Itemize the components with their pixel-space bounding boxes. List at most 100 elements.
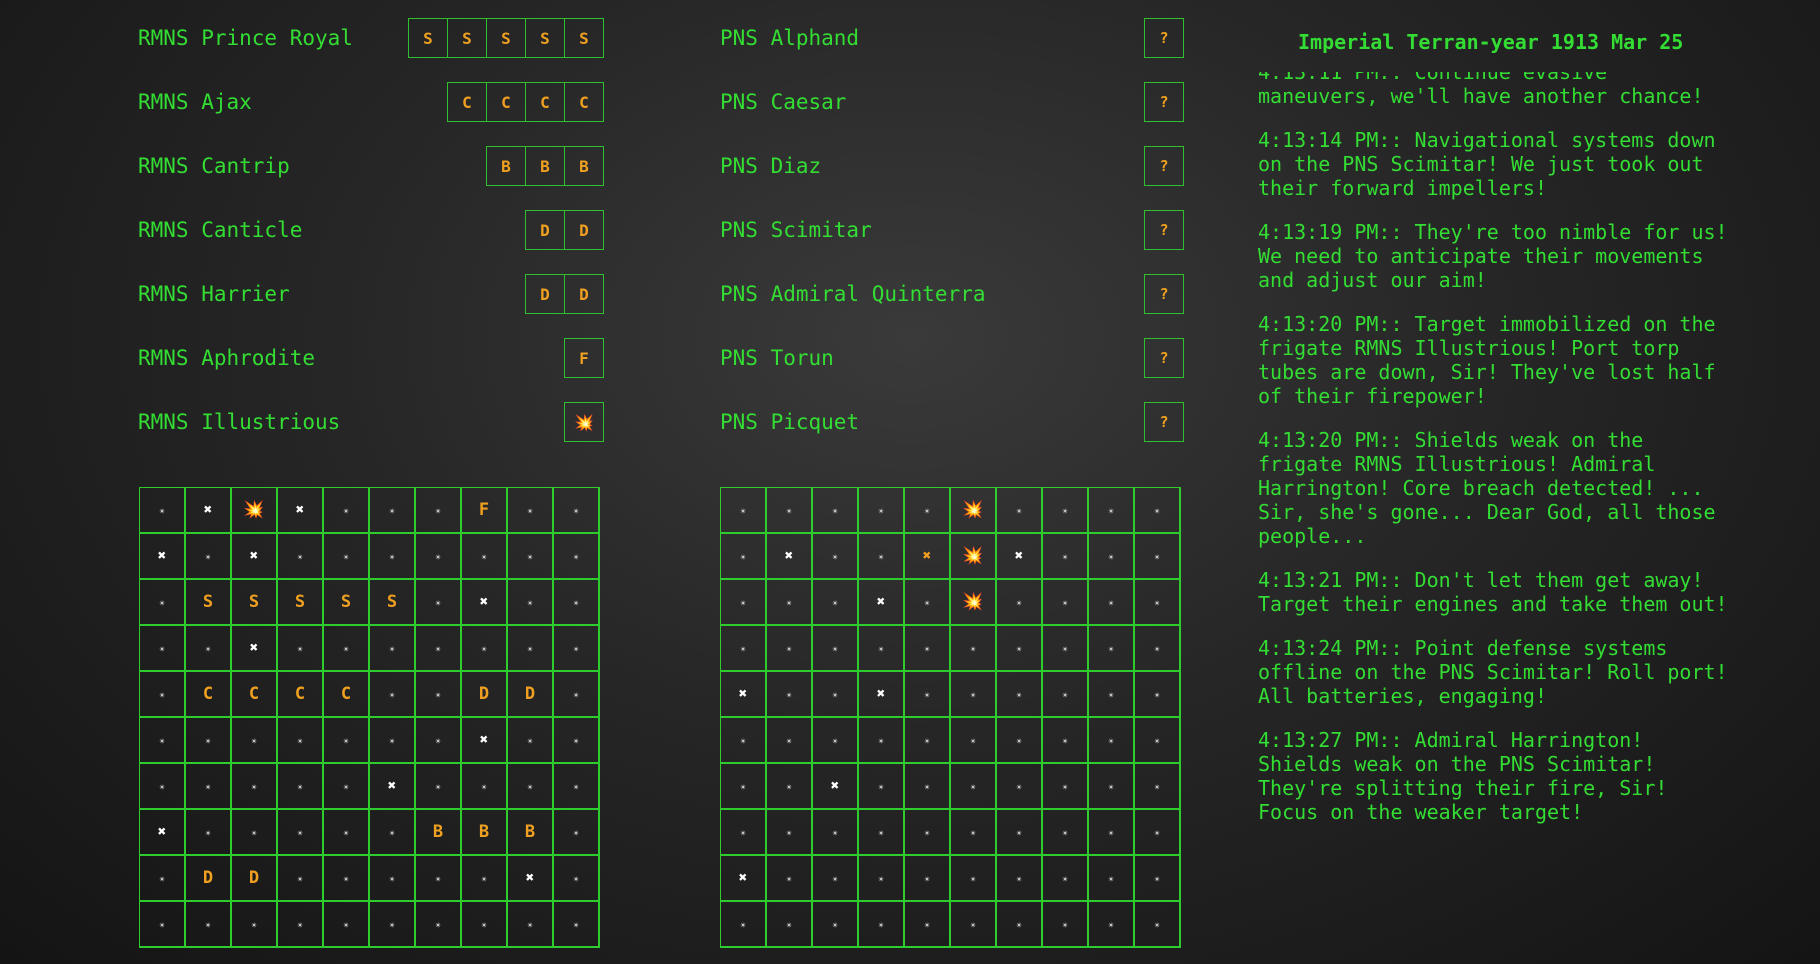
- empty-cell-dot[interactable]: ✴: [324, 488, 370, 534]
- empty-cell-dot[interactable]: ✴: [416, 580, 462, 626]
- empty-cell-dot[interactable]: ✴: [1089, 902, 1135, 948]
- empty-cell-dot[interactable]: ✴: [997, 672, 1043, 718]
- empty-cell-dot[interactable]: ✴: [1135, 672, 1181, 718]
- empty-cell-dot[interactable]: ✴: [416, 718, 462, 764]
- empty-cell-dot[interactable]: ✴: [554, 764, 600, 810]
- miss-marker-icon[interactable]: ✖: [232, 626, 278, 672]
- empty-cell-dot[interactable]: ✴: [1043, 718, 1089, 764]
- empty-cell-dot[interactable]: ✴: [997, 718, 1043, 764]
- empty-cell-dot[interactable]: ✴: [462, 534, 508, 580]
- empty-cell-dot[interactable]: ✴: [554, 534, 600, 580]
- empty-cell-dot[interactable]: ✴: [721, 488, 767, 534]
- empty-cell-dot[interactable]: ✴: [859, 902, 905, 948]
- empty-cell-dot[interactable]: ✴: [324, 764, 370, 810]
- miss-marker-icon[interactable]: ✖: [278, 488, 324, 534]
- empty-cell-dot[interactable]: ✴: [462, 902, 508, 948]
- empty-cell-dot[interactable]: ✴: [370, 810, 416, 856]
- empty-cell-dot[interactable]: ✴: [416, 488, 462, 534]
- fleet-row[interactable]: PNS Caesar?: [720, 82, 1184, 122]
- empty-cell-dot[interactable]: ✴: [416, 764, 462, 810]
- empty-cell-dot[interactable]: ✴: [721, 764, 767, 810]
- fleet-row[interactable]: RMNS Cantrip B B B: [138, 146, 604, 186]
- empty-cell-dot[interactable]: ✴: [554, 580, 600, 626]
- empty-cell-dot[interactable]: ✴: [370, 672, 416, 718]
- empty-cell-dot[interactable]: ✴: [951, 902, 997, 948]
- battle-log[interactable]: 4:13:11 PM:: Continue evasive maneuvers,…: [1258, 72, 1728, 964]
- empty-cell-dot[interactable]: ✴: [232, 718, 278, 764]
- empty-cell-dot[interactable]: ✴: [905, 856, 951, 902]
- empty-cell-dot[interactable]: ✴: [370, 856, 416, 902]
- empty-cell-dot[interactable]: ✴: [186, 626, 232, 672]
- empty-cell-dot[interactable]: ✴: [997, 580, 1043, 626]
- empty-cell-dot[interactable]: ✴: [997, 626, 1043, 672]
- explosion-icon[interactable]: 💥: [951, 580, 997, 626]
- empty-cell-dot[interactable]: ✴: [721, 718, 767, 764]
- fleet-row[interactable]: RMNS Ajax C C C C: [138, 82, 604, 122]
- empty-cell-dot[interactable]: ✴: [508, 718, 554, 764]
- empty-cell-dot[interactable]: ✴: [1043, 902, 1089, 948]
- empty-cell-dot[interactable]: ✴: [905, 764, 951, 810]
- empty-cell-dot[interactable]: ✴: [905, 902, 951, 948]
- miss-marker-icon[interactable]: ✖: [508, 856, 554, 902]
- empty-cell-dot[interactable]: ✴: [1043, 580, 1089, 626]
- ship-cell[interactable]: S: [278, 580, 324, 626]
- empty-cell-dot[interactable]: ✴: [324, 856, 370, 902]
- empty-cell-dot[interactable]: ✴: [859, 810, 905, 856]
- fleet-row[interactable]: PNS Torun?: [720, 338, 1184, 378]
- empty-cell-dot[interactable]: ✴: [1089, 488, 1135, 534]
- empty-cell-dot[interactable]: ✴: [767, 810, 813, 856]
- empty-cell-dot[interactable]: ✴: [324, 534, 370, 580]
- empty-cell-dot[interactable]: ✴: [859, 488, 905, 534]
- empty-cell-dot[interactable]: ✴: [462, 764, 508, 810]
- empty-cell-dot[interactable]: ✴: [370, 488, 416, 534]
- empty-cell-dot[interactable]: ✴: [767, 856, 813, 902]
- fleet-row[interactable]: PNS Picquet?: [720, 402, 1184, 442]
- empty-cell-dot[interactable]: ✴: [462, 626, 508, 672]
- empty-cell-dot[interactable]: ✴: [324, 902, 370, 948]
- empty-cell-dot[interactable]: ✴: [278, 856, 324, 902]
- empty-cell-dot[interactable]: ✴: [324, 626, 370, 672]
- ship-cell[interactable]: S: [324, 580, 370, 626]
- empty-cell-dot[interactable]: ✴: [232, 902, 278, 948]
- empty-cell-dot[interactable]: ✴: [721, 902, 767, 948]
- empty-cell-dot[interactable]: ✴: [1135, 534, 1181, 580]
- empty-cell-dot[interactable]: ✴: [813, 810, 859, 856]
- empty-cell-dot[interactable]: ✴: [997, 856, 1043, 902]
- empty-cell-dot[interactable]: ✴: [813, 626, 859, 672]
- empty-cell-dot[interactable]: ✴: [905, 810, 951, 856]
- empty-cell-dot[interactable]: ✴: [859, 856, 905, 902]
- empty-cell-dot[interactable]: ✴: [186, 810, 232, 856]
- miss-marker-icon[interactable]: ✖: [186, 488, 232, 534]
- empty-cell-dot[interactable]: ✴: [859, 718, 905, 764]
- empty-cell-dot[interactable]: ✴: [905, 672, 951, 718]
- ship-cell[interactable]: S: [370, 580, 416, 626]
- miss-marker-icon[interactable]: ✖: [721, 672, 767, 718]
- empty-cell-dot[interactable]: ✴: [813, 488, 859, 534]
- empty-cell-dot[interactable]: ✴: [140, 488, 186, 534]
- empty-cell-dot[interactable]: ✴: [508, 534, 554, 580]
- empty-cell-dot[interactable]: ✴: [1043, 534, 1089, 580]
- empty-cell-dot[interactable]: ✴: [1089, 672, 1135, 718]
- empty-cell-dot[interactable]: ✴: [1089, 856, 1135, 902]
- empty-cell-dot[interactable]: ✴: [508, 902, 554, 948]
- ship-cell[interactable]: B: [508, 810, 554, 856]
- empty-cell-dot[interactable]: ✴: [186, 534, 232, 580]
- empty-cell-dot[interactable]: ✴: [1043, 856, 1089, 902]
- empty-cell-dot[interactable]: ✴: [951, 718, 997, 764]
- empty-cell-dot[interactable]: ✴: [1043, 672, 1089, 718]
- empty-cell-dot[interactable]: ✴: [186, 902, 232, 948]
- empty-cell-dot[interactable]: ✴: [1089, 580, 1135, 626]
- empty-cell-dot[interactable]: ✴: [1135, 718, 1181, 764]
- ship-cell[interactable]: F: [462, 488, 508, 534]
- empty-cell-dot[interactable]: ✴: [905, 626, 951, 672]
- explosion-icon[interactable]: 💥: [951, 534, 997, 580]
- fleet-row[interactable]: RMNS Prince Royal S S S S S: [138, 18, 604, 58]
- empty-cell-dot[interactable]: ✴: [767, 672, 813, 718]
- empty-cell-dot[interactable]: ✴: [1043, 764, 1089, 810]
- empty-cell-dot[interactable]: ✴: [813, 856, 859, 902]
- empty-cell-dot[interactable]: ✴: [278, 902, 324, 948]
- empty-cell-dot[interactable]: ✴: [140, 626, 186, 672]
- empty-cell-dot[interactable]: ✴: [813, 902, 859, 948]
- empty-cell-dot[interactable]: ✴: [278, 534, 324, 580]
- fleet-row[interactable]: RMNS Harrier D D: [138, 274, 604, 314]
